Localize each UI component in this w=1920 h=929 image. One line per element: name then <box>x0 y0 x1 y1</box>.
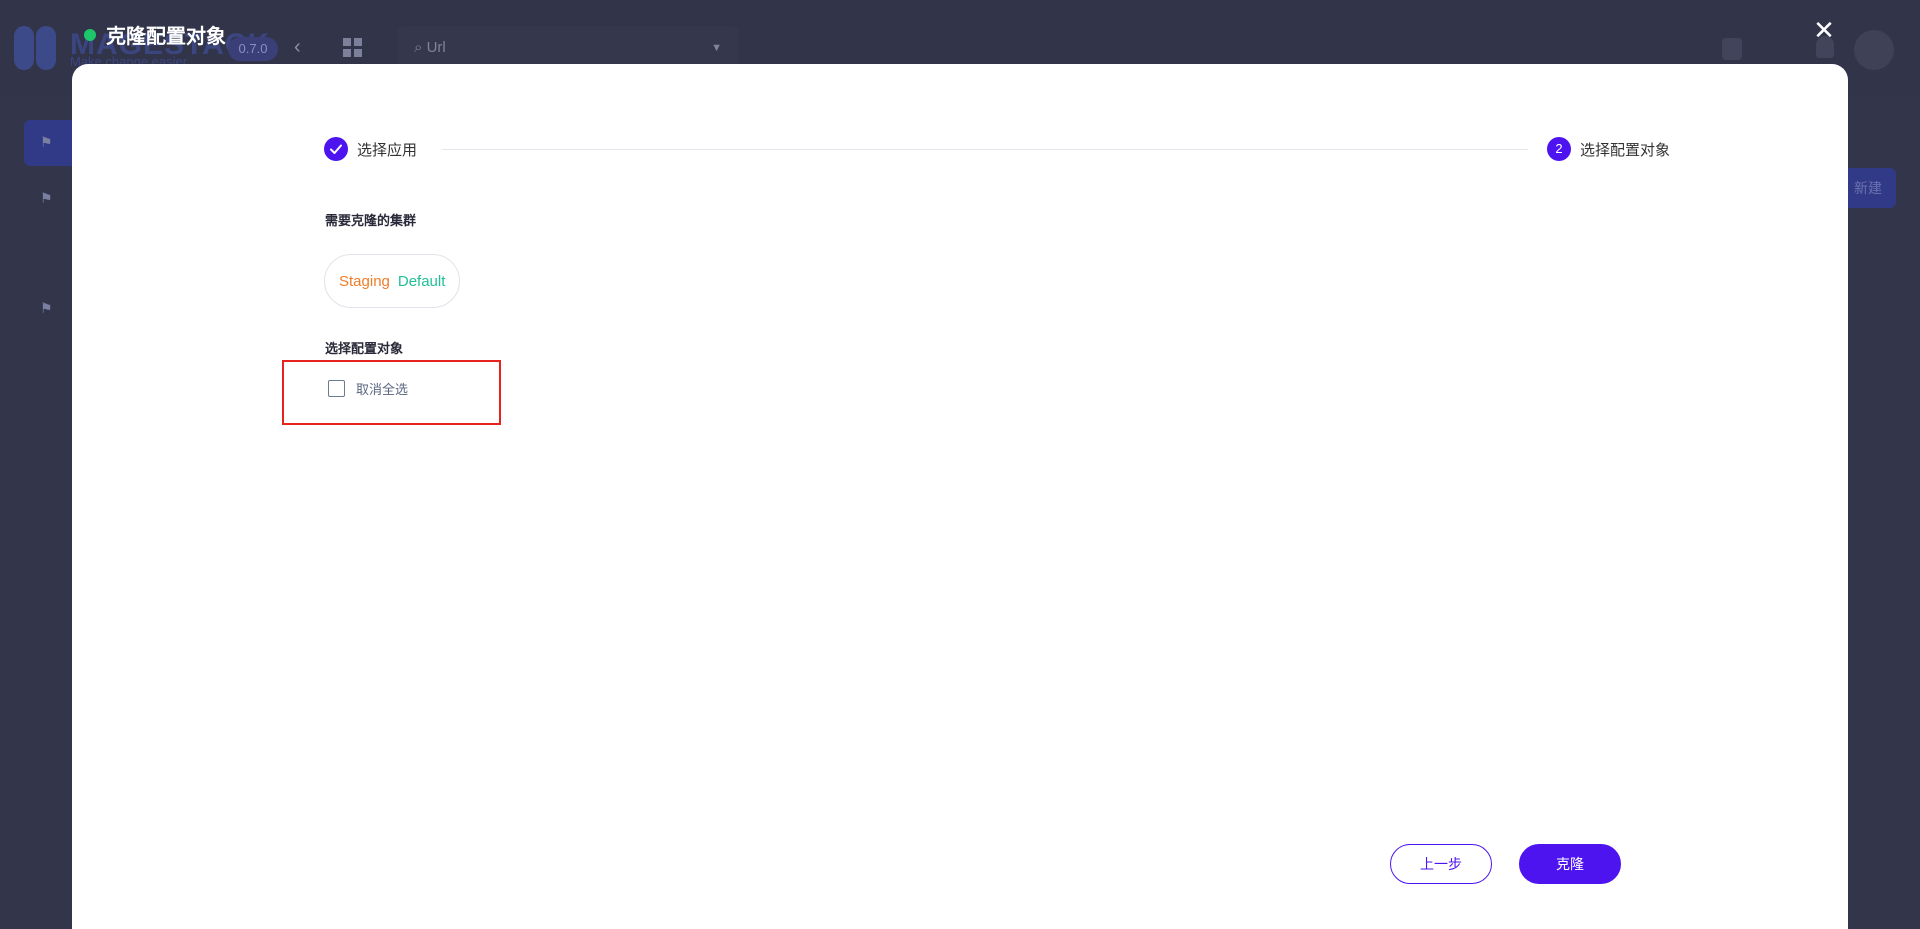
flag-icon: ⚑ <box>40 300 53 316</box>
cluster-chip: Staging Default <box>324 254 461 308</box>
step-label: 选择应用 <box>357 141 418 159</box>
select-all-label: 取消全选 <box>356 382 409 397</box>
search-icon: ⌕ <box>414 39 427 56</box>
flag-icon: ⚑ <box>40 134 53 150</box>
app-grid-icon <box>343 38 363 58</box>
step-select-app[interactable]: 选择应用 <box>324 136 417 162</box>
cluster-env: Staging <box>339 272 390 290</box>
select-all-checkbox[interactable] <box>328 380 345 397</box>
avatar <box>1854 30 1894 70</box>
check-icon <box>324 137 348 161</box>
cluster-name: Default <box>397 272 446 290</box>
stepper-connector <box>442 149 1528 150</box>
app-logo <box>14 26 58 70</box>
modal-title: 克隆配置对象 <box>106 26 226 48</box>
step-number: 2 <box>1546 137 1571 161</box>
clusters-section-label: 需要克隆的集群 <box>325 213 417 228</box>
search-placeholder: Url <box>426 39 446 56</box>
status-dot <box>84 28 96 41</box>
objects-section-label: 选择配置对象 <box>325 341 404 356</box>
select-all-toggle[interactable]: 取消全选 <box>328 379 408 398</box>
translate-icon <box>1722 38 1742 60</box>
previous-step-button[interactable]: 上一步 <box>1390 844 1492 884</box>
version-badge: 0.7.0 <box>228 37 278 61</box>
clone-button[interactable]: 克隆 <box>1519 844 1621 884</box>
clone-config-dialog: 选择应用 2 选择配置对象 需要克隆的集群 Staging Default 选择… <box>72 64 1848 929</box>
collapse-chevron-icon: ‹ <box>294 36 301 58</box>
flag-icon: ⚑ <box>40 190 53 206</box>
step-select-objects: 2 选择配置对象 <box>1546 136 1670 162</box>
close-icon[interactable]: ✕ <box>1812 17 1836 43</box>
stepper: 选择应用 2 选择配置对象 <box>324 136 1670 162</box>
step-label: 选择配置对象 <box>1579 141 1670 159</box>
modal-header: 克隆配置对象 <box>84 20 226 49</box>
